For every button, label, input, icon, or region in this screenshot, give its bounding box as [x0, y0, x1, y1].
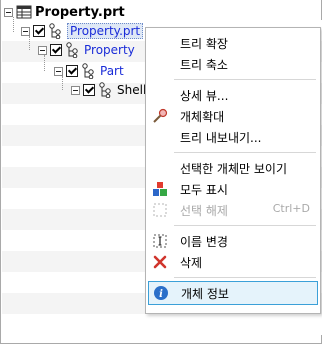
- tree-node-part[interactable]: Part: [54, 62, 124, 80]
- rename-icon: [153, 234, 167, 248]
- tree-node-property[interactable]: Property: [38, 41, 135, 59]
- menu-item-label: 상세 뷰...: [180, 89, 229, 103]
- menu-item-label: 이름 변경: [180, 235, 228, 249]
- collapse-toggle-icon[interactable]: [4, 7, 13, 17]
- menu-item-collapse-tree[interactable]: 트리 축소: [148, 53, 318, 75]
- collapse-toggle-icon[interactable]: [71, 85, 80, 95]
- menu-item-detail-view[interactable]: 상세 뷰...: [148, 84, 318, 106]
- menu-item-label: 개체 정보: [181, 287, 229, 301]
- tree-node-label: Part: [100, 64, 124, 78]
- table-icon: [16, 5, 32, 19]
- tree-root-label: Property.prt: [35, 4, 125, 20]
- menu-item-label: 개체확대: [180, 110, 225, 124]
- collapse-toggle-icon[interactable]: [21, 26, 30, 36]
- menu-item-zoom-object[interactable]: 개체확대: [148, 105, 318, 127]
- menu-item-deselect[interactable]: 선택 해제 Ctrl+D: [148, 199, 318, 221]
- menu-item-label: 트리 내보내기...: [180, 131, 262, 145]
- menu-item-export-tree[interactable]: 트리 내보내기...: [148, 126, 318, 148]
- shapes-icon: [153, 182, 167, 196]
- tree-node-label: Shell: [117, 83, 147, 97]
- menu-separator: [174, 79, 316, 80]
- assembly-node-icon: [99, 82, 111, 98]
- svg-text:i: i: [159, 289, 163, 300]
- menu-item-object-info[interactable]: i 개체 정보: [148, 281, 318, 305]
- menu-item-label: 트리 확장: [180, 37, 228, 51]
- visibility-checkbox[interactable]: [66, 65, 78, 77]
- menu-item-label: 삭제: [180, 256, 203, 270]
- assembly-node-icon: [66, 42, 78, 58]
- menu-item-label: 모두 표시: [180, 183, 228, 197]
- menu-item-show-all[interactable]: 모두 표시: [148, 178, 318, 200]
- dashed-box-icon: [153, 203, 167, 217]
- menu-item-delete[interactable]: 삭제: [148, 251, 318, 273]
- collapse-toggle-icon[interactable]: [38, 45, 47, 55]
- collapse-toggle-icon[interactable]: [54, 66, 63, 76]
- visibility-checkbox[interactable]: [50, 44, 62, 56]
- magnify-pin-icon: [153, 108, 168, 123]
- row-stripe: [2, 314, 322, 335]
- tree-node-label: Property.prt: [70, 24, 141, 38]
- menu-item-label: 선택한 개체만 보이기: [180, 162, 287, 176]
- tree-node-label: Property: [84, 43, 135, 57]
- tree-root-row[interactable]: Property.prt: [4, 3, 125, 21]
- menu-item-shortcut: Ctrl+D: [272, 202, 310, 215]
- assembly-node-icon: [82, 63, 94, 79]
- menu-separator: [174, 277, 316, 278]
- tree-node-label-wrapper: Property.prt: [67, 23, 144, 39]
- menu-item-show-selected-only[interactable]: 선택한 개체만 보이기: [148, 157, 318, 179]
- visibility-checkbox[interactable]: [83, 84, 95, 96]
- context-menu: 트리 확장 트리 축소 상세 뷰... 개체확대 트리 내보내기... 선택한 …: [145, 27, 321, 314]
- menu-separator: [174, 225, 316, 226]
- delete-x-icon: [153, 255, 167, 269]
- menu-item-label: 트리 축소: [180, 58, 228, 72]
- tree-node-shell[interactable]: Shell: [71, 81, 146, 99]
- tree-node-property-prt[interactable]: Property.prt: [21, 22, 144, 40]
- visibility-checkbox[interactable]: [33, 25, 45, 37]
- assembly-node-icon: [49, 23, 61, 39]
- info-icon: i: [154, 286, 168, 300]
- menu-separator: [174, 152, 316, 153]
- menu-item-expand-tree[interactable]: 트리 확장: [148, 32, 318, 54]
- menu-item-rename[interactable]: 이름 변경: [148, 230, 318, 252]
- menu-item-label: 선택 해제: [180, 204, 228, 218]
